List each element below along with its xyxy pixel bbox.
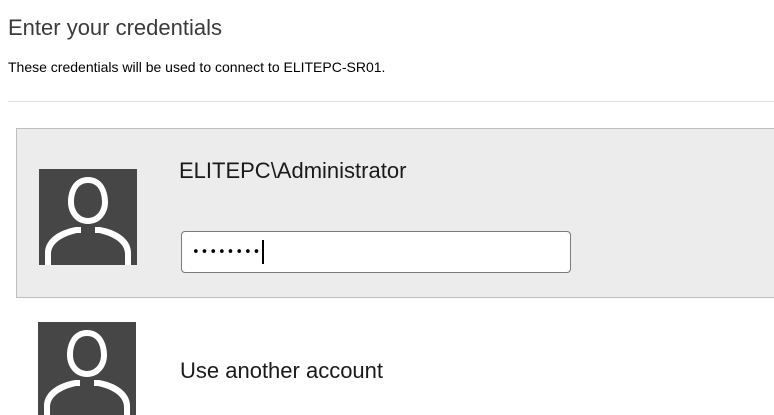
dialog-subtitle: These credentials will be used to connec… [8,59,386,75]
credentials-dialog: Enter your credentials These credentials… [0,0,774,415]
user-avatar-icon [38,322,136,415]
divider [8,101,774,102]
user-avatar-icon [39,169,137,265]
text-caret [262,240,265,264]
password-input[interactable]: •••••••• [181,231,571,273]
dialog-title: Enter your credentials [8,15,222,40]
account-name: ELITEPC\Administrator [179,158,407,183]
use-another-account-label: Use another account [180,358,384,383]
password-mask: •••••••• [192,244,262,260]
account-tile-another[interactable]: Use another account [16,302,774,415]
account-tile-administrator[interactable]: ELITEPC\Administrator •••••••• [16,128,774,298]
